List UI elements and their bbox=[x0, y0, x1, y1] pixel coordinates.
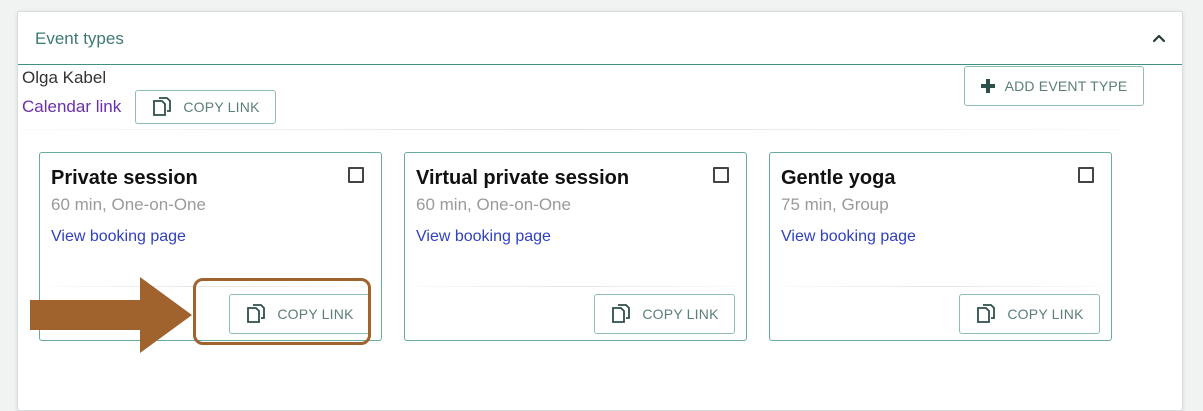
owner-name: Olga Kabel bbox=[22, 68, 107, 87]
event-card-gentle-yoga: Gentle yoga 75 min, Group View booking p… bbox=[769, 152, 1112, 341]
event-meta: 60 min, One-on-One bbox=[51, 195, 206, 214]
panel-header[interactable]: Event types bbox=[18, 12, 1182, 65]
event-title: Gentle yoga bbox=[781, 167, 896, 189]
card-divider bbox=[780, 286, 1100, 287]
view-booking-page-link[interactable]: View booking page bbox=[781, 228, 916, 246]
event-meta: 60 min, One-on-One bbox=[416, 195, 571, 214]
add-event-type-label: ADD EVENT TYPE bbox=[1004, 78, 1128, 94]
event-meta: 75 min, Group bbox=[781, 195, 889, 214]
event-title: Private session bbox=[51, 167, 198, 189]
event-card-virtual-private-session: Virtual private session 60 min, One-on-O… bbox=[404, 152, 747, 341]
view-booking-page-link[interactable]: View booking page bbox=[416, 228, 551, 246]
calendar-copy-link-button[interactable]: COPY LINK bbox=[135, 90, 276, 124]
select-checkbox[interactable] bbox=[348, 167, 364, 183]
calendar-link[interactable]: Calendar link bbox=[22, 97, 121, 117]
annotation-highlight-box bbox=[193, 278, 371, 345]
copy-link-button[interactable]: COPY LINK bbox=[959, 294, 1100, 334]
chevron-up-icon[interactable] bbox=[1152, 31, 1166, 45]
copy-link-label: COPY LINK bbox=[642, 306, 719, 322]
copy-link-label: COPY LINK bbox=[1007, 306, 1084, 322]
copy-link-button[interactable]: COPY LINK bbox=[594, 294, 735, 334]
copy-icon bbox=[977, 304, 996, 323]
event-title: Virtual private session bbox=[416, 167, 630, 189]
copy-icon bbox=[612, 304, 631, 323]
add-event-type-button[interactable]: ADD EVENT TYPE bbox=[964, 66, 1144, 106]
select-checkbox[interactable] bbox=[1078, 167, 1094, 183]
copy-icon bbox=[153, 97, 172, 116]
card-divider bbox=[415, 286, 735, 287]
annotation-arrow-icon bbox=[30, 277, 192, 353]
divider bbox=[22, 129, 1122, 130]
plus-icon bbox=[980, 79, 995, 93]
view-booking-page-link[interactable]: View booking page bbox=[51, 228, 186, 246]
select-checkbox[interactable] bbox=[713, 167, 729, 183]
copy-link-label: COPY LINK bbox=[183, 99, 260, 115]
panel-title: Event types bbox=[35, 29, 124, 48]
